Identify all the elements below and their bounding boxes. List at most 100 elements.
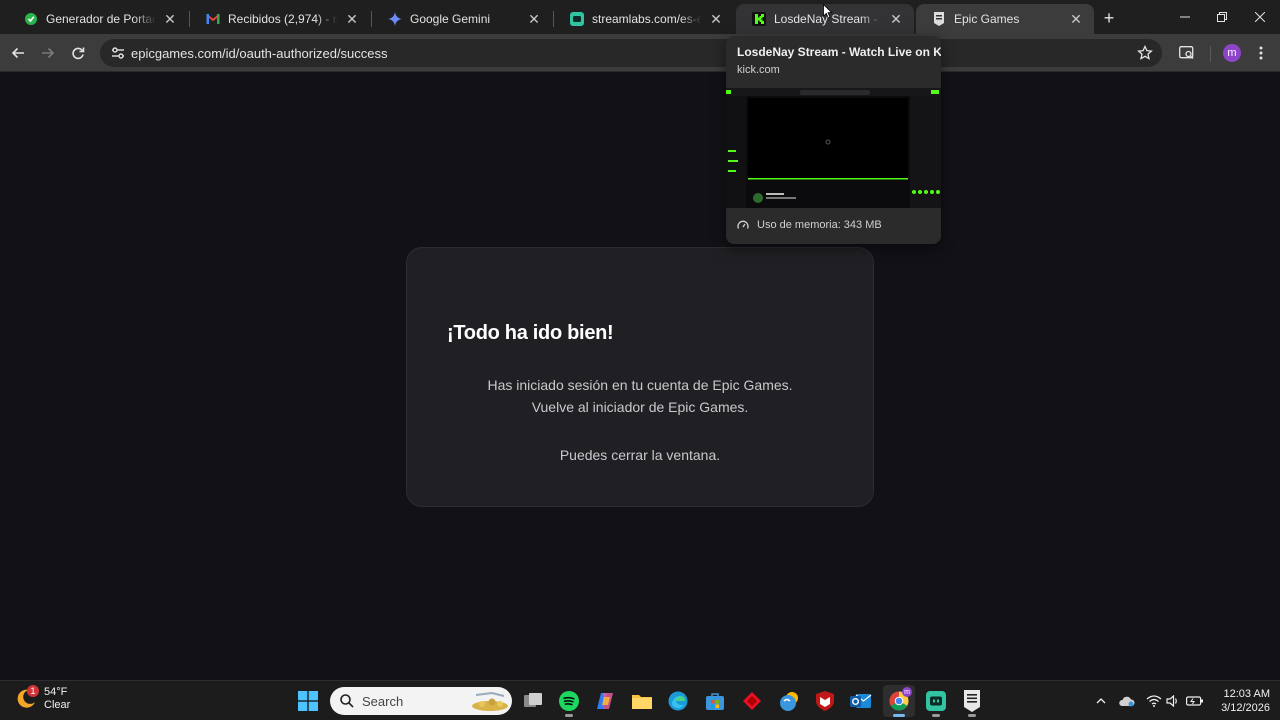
streamlabs-icon [570, 12, 584, 26]
mail-icon [850, 694, 872, 708]
taskbar-outlook[interactable] [845, 685, 877, 717]
close-icon[interactable]: ✕ [526, 11, 542, 27]
tab-preview-thumbnail [726, 88, 941, 208]
memory-usage-text: Uso de memoria: 343 MB [757, 219, 882, 231]
taskbar-weather-app[interactable] [773, 685, 805, 717]
site-info-icon[interactable] [108, 43, 128, 63]
taskbar-edge[interactable] [662, 685, 694, 717]
tab-search-icon[interactable] [1175, 41, 1199, 65]
tab-title: streamlabs.com/es-es/desk [592, 12, 702, 26]
windows-taskbar: 1 54°F Clear Search m 12:03 AM 3/12/2026 [0, 680, 1280, 720]
new-tab-button[interactable]: + [1098, 7, 1120, 29]
folder-icon [632, 695, 652, 709]
tab-streamlabs[interactable]: streamlabs.com/es-es/desk ✕ [554, 4, 734, 34]
tab-epic-games[interactable]: Epic Games ✕ [916, 4, 1094, 34]
tab-strip: Generador de Portadas de C ✕ Recibidos (… [0, 0, 1280, 34]
arrow-left-icon [11, 47, 24, 59]
wifi-icon[interactable] [1144, 689, 1164, 713]
profile-badge: m [902, 687, 912, 697]
weather-temperature: 54°F [44, 686, 68, 698]
restore-button[interactable] [1203, 0, 1241, 34]
close-window-button[interactable] [1241, 0, 1279, 34]
epic-games-icon [964, 690, 980, 712]
reload-button[interactable] [66, 41, 90, 65]
weather-widget[interactable]: 1 54°F Clear [14, 685, 71, 712]
tab-title: Epic Games [954, 12, 1020, 26]
memory-gauge-icon [737, 220, 749, 229]
signed-in-message: Has iniciado sesión en tu cuenta de Epic… [487, 377, 793, 393]
edge-icon [668, 691, 688, 711]
taskbar-store[interactable] [699, 685, 731, 717]
weather-condition: Clear [44, 699, 71, 711]
hover-card-domain: kick.com [737, 64, 780, 76]
url-text: epicgames.com/id/oauth-authorized/succes… [131, 45, 388, 61]
epic-games-icon [932, 12, 946, 26]
taskbar-streamlabs[interactable] [920, 685, 952, 717]
back-button[interactable] [6, 41, 30, 65]
tab-title: Recibidos (2,974) - miguelo [228, 12, 338, 26]
return-launcher-message: Vuelve al iniciador de Epic Games. [531, 399, 749, 415]
hover-card-title: LosdeNay Stream - Watch Live on Kick [737, 45, 941, 59]
search-icon [340, 694, 354, 708]
taskbar-copilot[interactable] [589, 685, 621, 717]
minimize-button[interactable] [1166, 0, 1204, 34]
search-highlight-icon [472, 691, 508, 711]
gemini-icon [388, 12, 402, 26]
battery-icon[interactable] [1185, 689, 1205, 713]
browser-toolbar: epicgames.com/id/oauth-authorized/succes… [0, 34, 1280, 72]
close-icon[interactable]: ✕ [1068, 11, 1084, 27]
bookmark-star-icon[interactable] [1134, 41, 1156, 65]
kick-icon [752, 12, 766, 26]
address-bar[interactable]: epicgames.com/id/oauth-authorized/succes… [100, 39, 1162, 67]
onedrive-tray-icon[interactable] [1117, 689, 1137, 713]
task-view-icon [524, 693, 542, 707]
start-button[interactable] [292, 685, 324, 717]
weather-app-icon [780, 692, 798, 711]
memory-usage: Uso de memoria: 343 MB [737, 219, 882, 231]
mcafee-shield-icon [816, 691, 834, 711]
profile-avatar[interactable]: m [1223, 44, 1241, 62]
store-icon [706, 693, 724, 710]
success-card: ¡Todo ha ido bien! Has iniciado sesión e… [406, 247, 874, 507]
taskbar-mcafee[interactable] [809, 685, 841, 717]
search-placeholder: Search [362, 693, 404, 709]
tab-gmail[interactable]: Recibidos (2,974) - miguelo ✕ [190, 4, 370, 34]
green-circle-icon [24, 12, 38, 26]
taskbar-epic-games[interactable] [956, 685, 988, 717]
close-icon[interactable]: ✕ [708, 11, 724, 27]
taskbar-spotify[interactable] [553, 685, 585, 717]
chevron-up-icon [1096, 698, 1106, 704]
volume-icon[interactable] [1163, 689, 1183, 713]
tab-generador[interactable]: Generador de Portadas de C ✕ [8, 4, 188, 34]
task-view-button[interactable] [517, 685, 549, 717]
arrow-right-icon [42, 47, 55, 59]
close-icon[interactable]: ✕ [162, 11, 178, 27]
close-window-message: Puedes cerrar la ventana. [559, 447, 721, 463]
forward-button[interactable] [36, 41, 60, 65]
clock-time: 12:03 AM [1223, 688, 1270, 700]
gmail-icon [206, 12, 220, 26]
streamlabs-icon [926, 691, 946, 711]
close-icon[interactable]: ✕ [344, 11, 360, 27]
taskbar-chrome[interactable]: m [883, 685, 915, 717]
system-clock[interactable]: 12:03 AM 3/12/2026 [1210, 687, 1270, 715]
tab-title: Google Gemini [410, 12, 491, 26]
tab-gemini[interactable]: Google Gemini ✕ [372, 4, 552, 34]
red-diamond-icon [743, 692, 761, 710]
tab-hover-card: LosdeNay Stream - Watch Live on Kick kic… [726, 36, 941, 244]
copilot-icon [597, 693, 613, 709]
tab-title: Generador de Portadas de C [46, 12, 156, 26]
clock-date: 3/12/2026 [1221, 702, 1270, 714]
taskbar-file-explorer[interactable] [626, 685, 658, 717]
reload-icon [72, 47, 85, 60]
spotify-icon [559, 691, 579, 711]
windows-logo-icon [298, 691, 318, 711]
close-icon[interactable]: ✕ [888, 11, 904, 27]
show-hidden-icons-button[interactable] [1091, 689, 1111, 713]
page-title: ¡Todo ha ido bien! [447, 322, 614, 344]
mouse-cursor-icon [823, 3, 833, 24]
notification-badge: 1 [27, 685, 39, 697]
menu-kebab-icon[interactable] [1249, 41, 1273, 65]
taskbar-red-diamond-app[interactable] [736, 685, 768, 717]
taskbar-search[interactable]: Search [330, 687, 512, 715]
